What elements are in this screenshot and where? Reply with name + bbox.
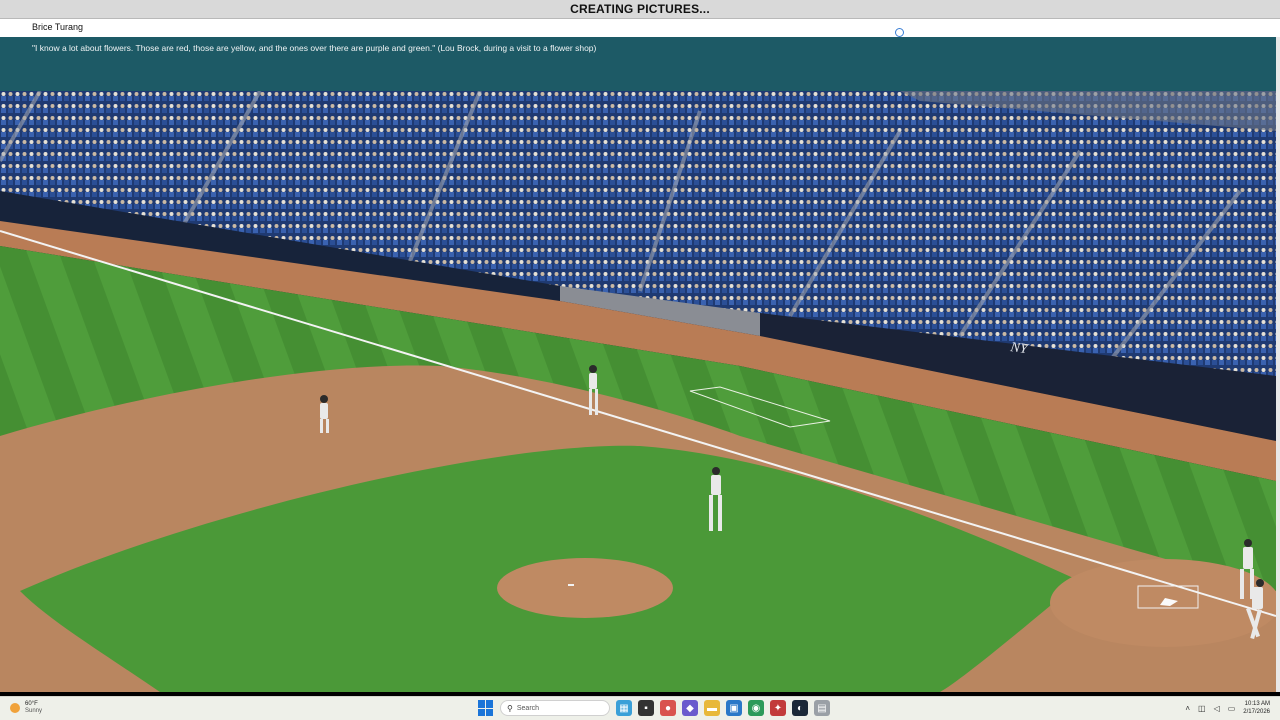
chevron-up-icon[interactable]: ˄ bbox=[1185, 704, 1190, 713]
weather-condition: Sunny bbox=[25, 708, 43, 714]
search-icon: ⚲ bbox=[507, 703, 513, 713]
ballpark-scene: NY bbox=[0, 91, 1276, 692]
taskbar-apps: ⚲ Search ▦ ▪ ● ◆ ▬ ▣ ◉ ✦ ◐ ▤ bbox=[478, 700, 830, 716]
start-icon[interactable] bbox=[478, 700, 494, 716]
network-icon[interactable]: ◫ bbox=[1198, 704, 1206, 713]
weather-widget[interactable]: 60°F Sunny bbox=[10, 701, 42, 715]
window-title: CREATING PICTURES... bbox=[570, 2, 710, 16]
taskbar: 60°F Sunny ⚲ Search ▦ ▪ ● ◆ ▬ ▣ ◉ ✦ ◐ ▤ … bbox=[0, 696, 1280, 720]
loading-spinner-icon bbox=[895, 28, 904, 37]
active-app-icon[interactable]: ▤ bbox=[814, 700, 830, 716]
chrome-icon[interactable]: ◉ bbox=[748, 700, 764, 716]
quote-text: "I know a lot about flowers. Those are r… bbox=[32, 43, 597, 53]
sun-icon bbox=[10, 703, 20, 713]
game-app-icon[interactable]: ✦ bbox=[770, 700, 786, 716]
system-tray: ˄ ◫ ◁ ▭ 10:13 AM 2/17/2026 bbox=[1185, 700, 1270, 716]
clock-date: 2/17/2026 bbox=[1243, 709, 1270, 715]
battery-icon[interactable]: ▭ bbox=[1228, 704, 1236, 713]
quote-bar: "I know a lot about flowers. Those are r… bbox=[0, 37, 1280, 91]
copilot-icon[interactable]: ◆ bbox=[682, 700, 698, 716]
app-icon[interactable]: ● bbox=[660, 700, 676, 716]
file-explorer-icon[interactable]: ▬ bbox=[704, 700, 720, 716]
volume-icon[interactable]: ◁ bbox=[1214, 704, 1220, 713]
title-bar: CREATING PICTURES... bbox=[0, 0, 1280, 19]
ballpark-render: NY bbox=[0, 91, 1276, 692]
clock[interactable]: 10:13 AM 2/17/2026 bbox=[1243, 700, 1270, 716]
clock-time: 10:13 AM bbox=[1244, 701, 1270, 707]
player-name: Brice Turang bbox=[32, 22, 84, 32]
steam-icon[interactable]: ◐ bbox=[792, 700, 808, 716]
widgets-icon[interactable]: ▦ bbox=[616, 700, 632, 716]
scrollbar[interactable] bbox=[1276, 37, 1280, 692]
pitchers-mound bbox=[497, 558, 673, 618]
weather-temp: 60°F bbox=[25, 701, 38, 707]
task-view-icon[interactable]: ▪ bbox=[638, 700, 654, 716]
app-window: CREATING PICTURES... Brice Turang "I kno… bbox=[0, 0, 1280, 720]
store-icon[interactable]: ▣ bbox=[726, 700, 742, 716]
player-name-strip: Brice Turang bbox=[0, 19, 1280, 37]
search-placeholder: Search bbox=[516, 704, 540, 712]
search-input[interactable]: ⚲ Search bbox=[500, 700, 610, 716]
